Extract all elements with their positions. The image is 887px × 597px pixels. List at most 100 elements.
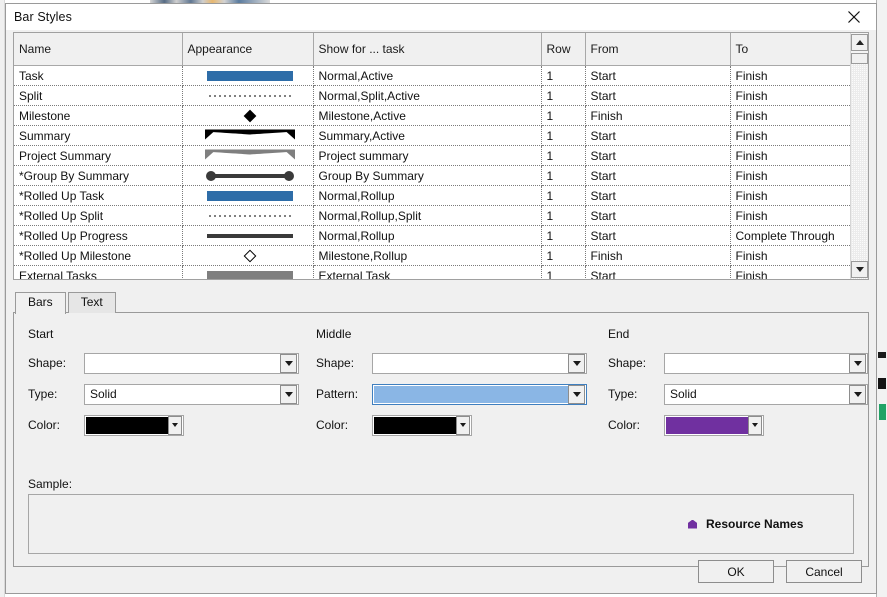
ok-button[interactable]: OK [698,560,774,583]
cell-appearance[interactable] [182,85,314,106]
grid-vertical-scrollbar[interactable] [850,33,868,279]
cell-show-for[interactable]: Normal,Active [313,65,542,86]
column-header-appearance[interactable]: Appearance [182,33,314,66]
chevron-down-icon[interactable] [456,415,471,435]
chevron-down-icon[interactable] [280,384,297,404]
cell-row[interactable]: 1 [541,265,586,279]
scrollbar-track[interactable] [851,64,868,279]
table-row[interactable]: Summary Summary,Active 1 Start Finish [14,125,850,146]
cell-appearance[interactable] [182,245,314,266]
cell-from[interactable]: Start [585,185,731,206]
cell-name[interactable]: *Group By Summary [14,165,183,186]
cell-row[interactable]: 1 [541,125,586,146]
cell-appearance[interactable] [182,265,314,279]
middle-color-picker[interactable] [372,414,473,436]
scroll-up-arrow-icon[interactable] [851,34,868,51]
cell-to[interactable]: Finish [730,165,850,186]
table-row[interactable]: *Rolled Up Task Normal,Rollup 1 Start Finish [14,185,850,206]
cell-appearance[interactable] [182,125,314,146]
cell-to[interactable]: Finish [730,65,850,86]
column-header-to[interactable]: To [730,33,850,66]
column-header-from[interactable]: From [585,33,731,66]
cell-from[interactable]: Start [585,85,731,106]
cell-from[interactable]: Finish [585,245,731,266]
cell-appearance[interactable] [182,225,314,246]
table-row[interactable]: Project Summary Project summary 1 Start Fini… [14,145,850,166]
table-row[interactable]: *Rolled Up Progress Normal,Rollup 1 Start Co… [14,225,850,246]
cell-show-for[interactable]: Normal,Rollup [313,185,542,206]
cell-appearance[interactable] [182,205,314,226]
cell-name[interactable]: Split [14,85,183,106]
cell-show-for[interactable]: Milestone,Active [313,105,542,126]
cell-name[interactable]: *Rolled Up Split [14,205,183,226]
middle-pattern-dropdown[interactable] [372,383,588,405]
table-row[interactable]: Milestone Milestone,Active 1 Finish Finish [14,105,850,126]
scrollbar-thumb[interactable] [851,53,868,64]
cell-row[interactable]: 1 [541,65,586,86]
cell-appearance[interactable] [182,145,314,166]
start-shape-dropdown[interactable] [84,352,299,374]
table-row[interactable]: *Group By Summary Group By Summary 1 Start F… [14,165,850,186]
cell-show-for[interactable]: Normal,Split,Active [313,85,542,106]
cell-appearance[interactable] [182,185,314,206]
cell-to[interactable]: Finish [730,185,850,206]
cell-from[interactable]: Start [585,65,731,86]
end-type-dropdown[interactable]: Solid [664,383,868,405]
cell-from[interactable]: Start [585,165,731,186]
cell-to[interactable]: Finish [730,205,850,226]
cell-row[interactable]: 1 [541,145,586,166]
start-color-picker[interactable] [84,414,184,436]
cell-to[interactable]: Finish [730,265,850,279]
cell-name[interactable]: *Rolled Up Progress [14,225,183,246]
cell-from[interactable]: Start [585,145,731,166]
middle-shape-dropdown[interactable] [372,352,588,374]
cell-row[interactable]: 1 [541,245,586,266]
cell-from[interactable]: Start [585,205,731,226]
column-header-name[interactable]: Name [14,33,183,66]
cell-from[interactable]: Start [585,225,731,246]
cell-appearance[interactable] [182,165,314,186]
column-header-show-for[interactable]: Show for ... task [313,33,542,66]
cell-from[interactable]: Start [585,125,731,146]
cell-row[interactable]: 1 [541,85,586,106]
start-type-dropdown[interactable]: Solid [84,383,299,405]
cell-from[interactable]: Finish [585,105,731,126]
tab-text[interactable]: Text [67,292,116,313]
cell-to[interactable]: Complete Through [730,225,850,246]
chevron-down-icon[interactable] [568,353,586,373]
cell-name[interactable]: Task [14,65,183,86]
cell-name[interactable]: Summary [14,125,183,146]
cell-row[interactable]: 1 [541,225,586,246]
cell-appearance[interactable] [182,65,314,86]
chevron-down-icon[interactable] [849,384,866,404]
cell-appearance[interactable] [182,105,314,126]
table-row[interactable]: *Rolled Up Milestone Milestone,Rollup 1 Fin… [14,245,850,266]
end-shape-dropdown[interactable] [664,352,868,374]
cell-name[interactable]: Project Summary [14,145,183,166]
cell-row[interactable]: 1 [541,105,586,126]
cell-to[interactable]: Finish [730,85,850,106]
tab-bars[interactable]: Bars [15,292,66,314]
end-color-picker[interactable] [664,414,764,436]
cell-to[interactable]: Finish [730,125,850,146]
cell-row[interactable]: 1 [541,205,586,226]
chevron-down-icon[interactable] [748,415,762,435]
cell-to[interactable]: Finish [730,245,850,266]
scroll-down-arrow-icon[interactable] [851,261,868,278]
cancel-button[interactable]: Cancel [786,560,862,583]
chevron-down-icon[interactable] [568,384,586,404]
cell-show-for[interactable]: Group By Summary [313,165,542,186]
table-row[interactable]: Split Normal,Split,Active 1 Start Finish [14,85,850,106]
cell-name[interactable]: Milestone [14,105,183,126]
cell-show-for[interactable]: External Task [313,265,542,279]
cell-show-for[interactable]: Summary,Active [313,125,542,146]
cell-name[interactable]: External Tasks [14,265,183,279]
cell-to[interactable]: Finish [730,145,850,166]
column-header-row[interactable]: Row [541,33,586,66]
table-row[interactable]: *Rolled Up Split Normal,Rollup,Split 1 Star… [14,205,850,226]
cell-name[interactable]: *Rolled Up Task [14,185,183,206]
cell-show-for[interactable]: Normal,Rollup,Split [313,205,542,226]
cell-show-for[interactable]: Project summary [313,145,542,166]
table-row[interactable]: Task Normal,Active 1 Start Finish [14,65,850,86]
cell-from[interactable]: Start [585,265,731,279]
